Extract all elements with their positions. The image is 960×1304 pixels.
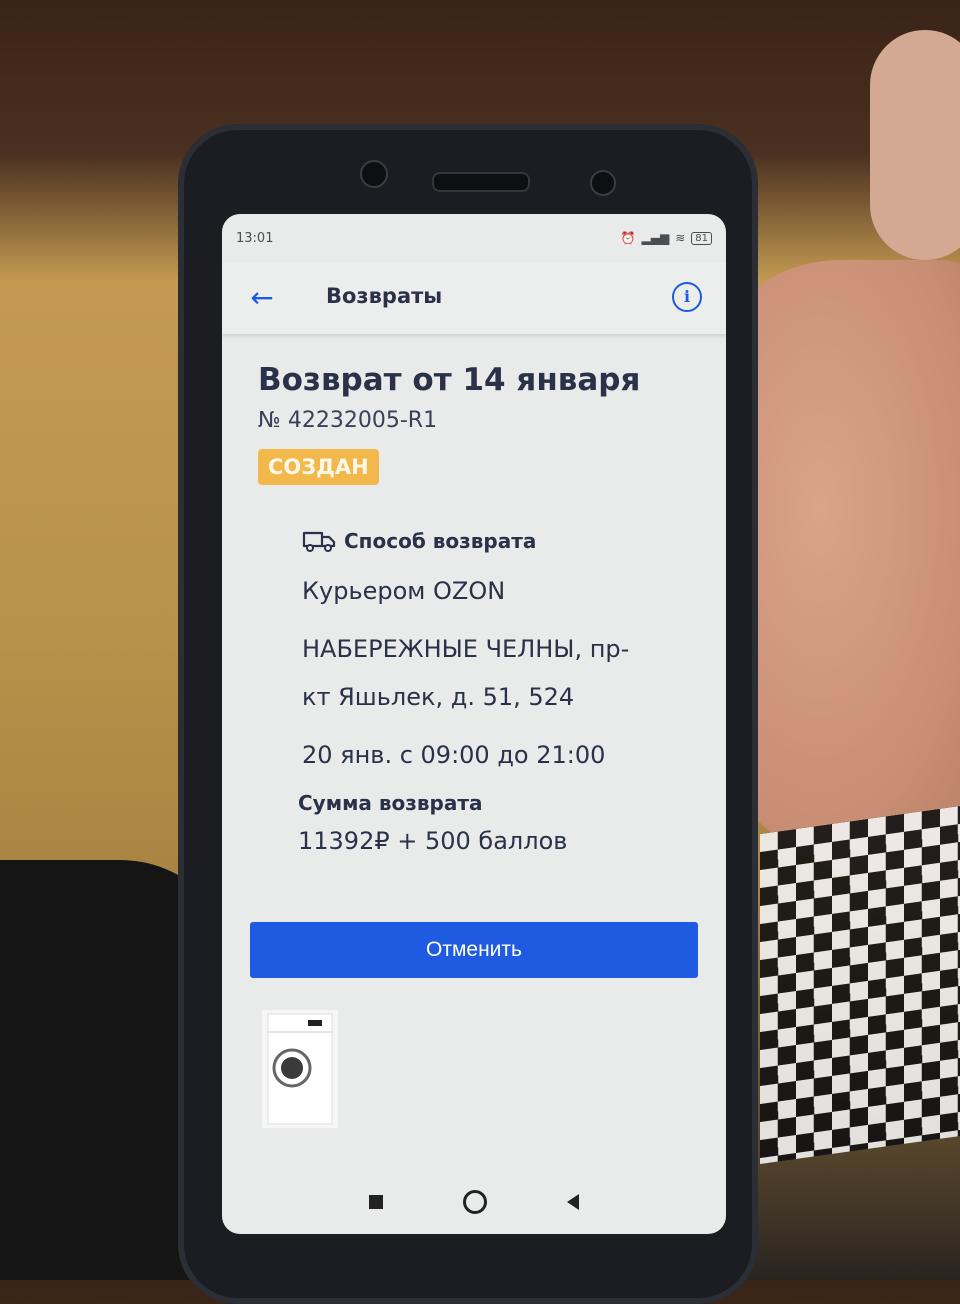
recent-apps-button[interactable]	[369, 1195, 383, 1209]
pickup-time-window: 20 янв. с 09:00 до 21:00	[302, 741, 606, 769]
address-line-1: НАБЕРЕЖНЫЕ ЧЕЛНЫ, пр-	[302, 635, 630, 663]
phone-screen: 13:01 ⏰ ▂▄▆ ≋ 81 ← Возвраты i Возврат от…	[222, 214, 726, 1234]
signal-icon: ▂▄▆	[641, 231, 670, 245]
android-nav-bar	[222, 1170, 726, 1234]
status-time: 13:01	[236, 230, 274, 246]
page-title: Возвраты	[326, 284, 443, 308]
return-method-header: Способ возврата	[302, 529, 698, 553]
app-header: ← Возвраты i	[222, 262, 726, 334]
refund-sum-title: Сумма возврата	[298, 791, 483, 815]
status-bar: 13:01 ⏰ ▂▄▆ ≋ 81	[222, 214, 726, 262]
home-button[interactable]	[463, 1190, 487, 1214]
earpiece-speaker	[432, 172, 530, 192]
battery-icon: 81	[691, 231, 712, 245]
return-method-title: Способ возврата	[344, 529, 537, 553]
status-icons: ⏰ ▂▄▆ ≋ 81	[621, 231, 712, 245]
background-checkered-cloth	[760, 805, 960, 1165]
back-button[interactable]	[567, 1194, 579, 1210]
back-arrow-icon[interactable]: ←	[242, 278, 282, 318]
alarm-icon: ⏰	[620, 231, 636, 245]
cancel-button[interactable]: Отменить	[250, 922, 698, 978]
address-line-2: кт Яшьлек, д. 51, 524	[302, 683, 575, 711]
washing-machine-image[interactable]	[262, 1010, 338, 1128]
courier-text: Курьером OZON	[302, 577, 506, 605]
truck-icon	[302, 531, 336, 552]
wifi-icon: ≋	[675, 231, 686, 245]
front-camera	[360, 160, 388, 188]
status-badge: СОЗДАН	[258, 449, 379, 485]
background-thumb	[870, 30, 960, 260]
front-sensor	[590, 170, 616, 196]
return-details: Возврат от 14 января № 42232005-R1 СОЗДА…	[222, 334, 726, 855]
return-method-section: Способ возврата Курьером OZON НАБЕРЕЖНЫЕ…	[298, 529, 698, 855]
refund-sum-value: 11392₽ + 500 баллов	[298, 827, 568, 855]
return-number: № 42232005-R1	[258, 408, 438, 433]
return-title: Возврат от 14 января	[258, 362, 641, 398]
info-icon[interactable]: i	[672, 282, 702, 312]
